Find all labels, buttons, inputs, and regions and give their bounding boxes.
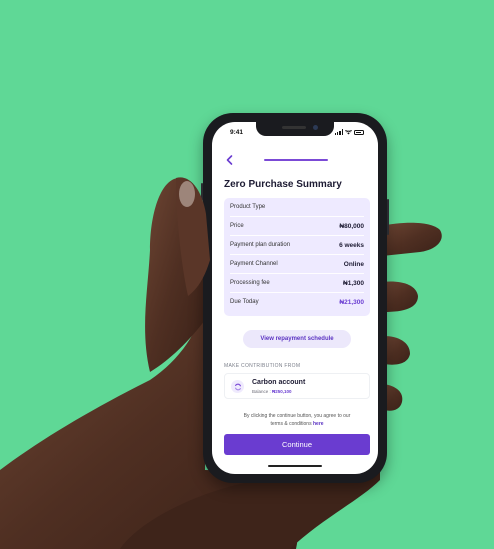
phone-side-button	[201, 209, 203, 235]
battery-icon	[354, 129, 364, 135]
row-label: Payment plan duration	[230, 242, 291, 248]
progress-indicator	[264, 159, 328, 161]
contribution-section-label: MAKE CONTRIBUTION FROM	[224, 363, 301, 369]
summary-row-fee: Processing fee ₦1,300	[230, 274, 364, 293]
terms-text: By clicking the continue button, you agr…	[243, 413, 351, 427]
phone-side-button	[201, 183, 203, 201]
home-indicator	[268, 465, 322, 467]
phone-device: 9:41 Zero Purchase Summary Product Type	[201, 113, 389, 483]
account-name: Carbon account	[252, 379, 306, 386]
row-value: ₦1,300	[343, 279, 364, 287]
row-value: ₦80,000	[339, 222, 364, 230]
row-value: ₦21,300	[339, 298, 364, 306]
summary-row-duration: Payment plan duration 6 weeks	[230, 236, 364, 255]
wifi-icon	[345, 129, 352, 134]
back-arrow-icon[interactable]	[224, 154, 236, 166]
page-title: Zero Purchase Summary	[224, 179, 342, 190]
row-label: Due Today	[230, 299, 259, 305]
row-label: Price	[230, 223, 244, 229]
status-time: 9:41	[230, 129, 244, 136]
summary-row-due-today: Due Today ₦21,300	[230, 293, 364, 311]
row-value: Online	[343, 260, 364, 268]
status-icons	[334, 129, 364, 135]
terms-link[interactable]: here	[313, 421, 324, 427]
refresh-icon	[231, 380, 244, 393]
row-label: Payment Channel	[230, 261, 278, 267]
account-option[interactable]: Carbon account Balance : ₦250,100	[224, 373, 370, 399]
view-repayment-schedule-button[interactable]: View repayment schedule	[243, 330, 351, 348]
row-label: Processing fee	[230, 280, 270, 286]
row-value: 6 weeks	[339, 241, 364, 249]
phone-power-button	[387, 199, 389, 235]
summary-row-channel: Payment Channel Online	[230, 255, 364, 274]
speaker	[282, 126, 306, 129]
notch	[256, 122, 334, 136]
row-label: Product Type	[230, 204, 266, 210]
front-camera	[313, 125, 318, 130]
continue-button[interactable]: Continue	[224, 434, 370, 455]
app-screen: 9:41 Zero Purchase Summary Product Type	[212, 122, 378, 474]
summary-card: Product Type Price ₦80,000 Payment plan …	[224, 198, 370, 316]
summary-row-product-type: Product Type	[230, 198, 364, 217]
summary-row-price: Price ₦80,000	[230, 217, 364, 236]
signal-icon	[334, 129, 343, 135]
account-balance: Balance : ₦250,100	[252, 389, 292, 394]
